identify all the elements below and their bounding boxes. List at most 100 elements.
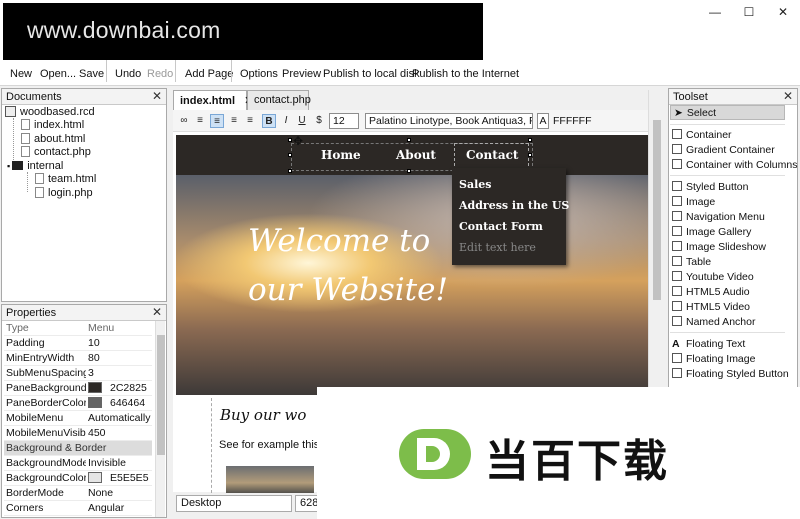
font-family-select[interactable]: Palatino Linotype, Book Antiqua3, Palati… bbox=[365, 113, 533, 129]
resize-handle[interactable] bbox=[288, 153, 292, 157]
color-swatch[interactable] bbox=[88, 397, 102, 408]
color-swatch[interactable] bbox=[88, 472, 102, 483]
options-button[interactable]: Options bbox=[240, 68, 278, 80]
open-button[interactable]: Open... bbox=[40, 68, 76, 80]
bold-button[interactable]: B bbox=[262, 114, 276, 128]
property-value[interactable]: None bbox=[88, 487, 152, 499]
tree-file[interactable]: about.html bbox=[21, 133, 85, 145]
preview-button[interactable]: Preview bbox=[282, 68, 321, 80]
property-value[interactable]: Angular bbox=[88, 502, 152, 514]
font-size-select[interactable]: 12 bbox=[329, 113, 359, 129]
navigation-menu[interactable]: Home About Contact bbox=[176, 135, 648, 175]
collapse-icon[interactable]: ▪ bbox=[7, 161, 10, 171]
maximize-button[interactable]: ☐ bbox=[732, 0, 766, 24]
link-icon[interactable]: ∞ bbox=[177, 114, 191, 128]
text-color-icon[interactable]: A bbox=[537, 113, 549, 129]
property-row[interactable]: Corners Angular bbox=[4, 501, 152, 516]
new-button[interactable]: New bbox=[10, 68, 32, 80]
tool-html5-audio[interactable]: HTML5 Audio bbox=[672, 286, 750, 298]
content-heading[interactable]: Buy our wo bbox=[220, 406, 306, 424]
property-value[interactable]: 646464 bbox=[88, 397, 152, 409]
publish-local-button[interactable]: Publish to local disk bbox=[323, 68, 420, 80]
align-justify-icon[interactable]: ≡ bbox=[243, 114, 257, 128]
save-button[interactable]: Save bbox=[79, 68, 104, 80]
submenu-item-address[interactable]: Address in the US bbox=[459, 199, 569, 212]
tree-folder[interactable]: ▪ internal bbox=[7, 160, 63, 172]
property-value[interactable]: 2C2825 bbox=[88, 382, 152, 394]
property-row[interactable]: SubMenuSpacing 3 bbox=[4, 366, 152, 381]
property-value[interactable]: 3 bbox=[88, 367, 152, 379]
property-row[interactable]: Padding 10 bbox=[4, 336, 152, 351]
dollar-icon[interactable]: $ bbox=[312, 114, 326, 128]
align-center-icon[interactable]: ≡ bbox=[210, 114, 224, 128]
close-icon[interactable]: ✕ bbox=[783, 89, 793, 103]
tab-contact-php[interactable]: contact.php bbox=[247, 90, 311, 110]
tool-floating-styled-button[interactable]: Floating Styled Button bbox=[672, 368, 789, 380]
property-value[interactable]: Automatically Generated bbox=[88, 412, 152, 424]
property-value[interactable]: 10 bbox=[88, 337, 152, 349]
italic-button[interactable]: I bbox=[279, 114, 293, 128]
tool-container[interactable]: Container bbox=[672, 129, 732, 141]
add-page-button[interactable]: Add Page bbox=[185, 68, 233, 80]
tool-gradient-container[interactable]: Gradient Container bbox=[672, 144, 775, 156]
tool-image-gallery[interactable]: Image Gallery bbox=[672, 226, 751, 238]
minimize-button[interactable]: — bbox=[698, 0, 732, 24]
property-row[interactable]: PaneBorderColor 646464 bbox=[4, 396, 152, 411]
resize-handle[interactable] bbox=[528, 138, 532, 142]
align-right-icon[interactable]: ≡ bbox=[227, 114, 241, 128]
tool-navigation-menu[interactable]: Navigation Menu bbox=[672, 211, 765, 223]
tool-select[interactable]: ➤ Select bbox=[672, 107, 716, 119]
tree-file[interactable]: index.html bbox=[21, 119, 84, 131]
content-paragraph[interactable]: See for example this bbox=[219, 439, 319, 451]
redo-button[interactable]: Redo bbox=[147, 68, 173, 80]
tab-index-html[interactable]: index.html ✕ bbox=[173, 90, 253, 110]
submenu-item-contact-form[interactable]: Contact Form bbox=[459, 220, 543, 233]
hero-heading-line2[interactable]: our Website! bbox=[248, 272, 448, 308]
properties-scrollbar[interactable] bbox=[155, 321, 165, 517]
property-row[interactable]: BackgroundMode Invisible bbox=[4, 456, 152, 471]
tool-container-columns[interactable]: Container with Columns bbox=[672, 159, 797, 171]
hero-heading-line1[interactable]: Welcome to bbox=[248, 223, 430, 259]
tool-html5-video[interactable]: HTML5 Video bbox=[672, 301, 750, 313]
publish-internet-button[interactable]: Publish to the Internet bbox=[412, 68, 519, 80]
tool-named-anchor[interactable]: Named Anchor bbox=[672, 316, 755, 328]
property-row[interactable]: MinEntryWidth 80 bbox=[4, 351, 152, 366]
property-row[interactable]: BackgroundColor E5E5E5 bbox=[4, 471, 152, 486]
tool-floating-text[interactable]: A Floating Text bbox=[672, 338, 745, 350]
color-swatch[interactable] bbox=[88, 382, 102, 393]
property-row[interactable]: MobileMenu Automatically Generated bbox=[4, 411, 152, 426]
tool-image[interactable]: Image bbox=[672, 196, 715, 208]
property-row[interactable]: PaneBackgroundColor2C2825 bbox=[4, 381, 152, 396]
tree-file[interactable]: contact.php bbox=[21, 146, 91, 158]
close-icon[interactable]: ✕ bbox=[152, 305, 162, 319]
tree-file[interactable]: team.html bbox=[35, 173, 96, 185]
property-value[interactable]: 80 bbox=[88, 352, 152, 364]
scrollbar-thumb[interactable] bbox=[157, 335, 165, 455]
scrollbar-thumb[interactable] bbox=[653, 120, 661, 300]
property-row[interactable]: MobileMenuVisibleAt450 bbox=[4, 426, 152, 441]
close-button[interactable]: ✕ bbox=[766, 0, 800, 24]
tool-styled-button[interactable]: Styled Button bbox=[672, 181, 748, 193]
hero-image[interactable]: Welcome to our Website! bbox=[176, 175, 648, 395]
move-icon[interactable]: ✥ bbox=[293, 134, 303, 148]
tool-image-slideshow[interactable]: Image Slideshow bbox=[672, 241, 766, 253]
property-category[interactable]: Background & Border bbox=[4, 441, 152, 456]
tree-root[interactable]: woodbased.rcd bbox=[5, 106, 95, 118]
tree-file[interactable]: login.php bbox=[35, 187, 93, 199]
resize-handle[interactable] bbox=[288, 169, 292, 173]
resize-handle[interactable] bbox=[407, 138, 411, 142]
property-value[interactable]: Invisible bbox=[88, 457, 152, 469]
resize-handle[interactable] bbox=[407, 169, 411, 173]
tool-floating-image[interactable]: Floating Image bbox=[672, 353, 755, 365]
resize-handle[interactable] bbox=[528, 153, 532, 157]
width-field[interactable]: 628 bbox=[295, 495, 319, 512]
property-value[interactable]: E5E5E5 bbox=[88, 472, 152, 484]
text-color-value[interactable]: FFFFFF bbox=[553, 115, 591, 127]
tool-youtube-video[interactable]: Youtube Video bbox=[672, 271, 754, 283]
content-image[interactable] bbox=[226, 466, 314, 494]
close-icon[interactable]: ✕ bbox=[152, 89, 162, 103]
underline-button[interactable]: U bbox=[295, 114, 309, 128]
view-mode-select[interactable]: Desktop bbox=[176, 495, 292, 512]
property-value[interactable]: 450 bbox=[88, 427, 152, 439]
submenu-item-sales[interactable]: Sales bbox=[459, 178, 491, 191]
